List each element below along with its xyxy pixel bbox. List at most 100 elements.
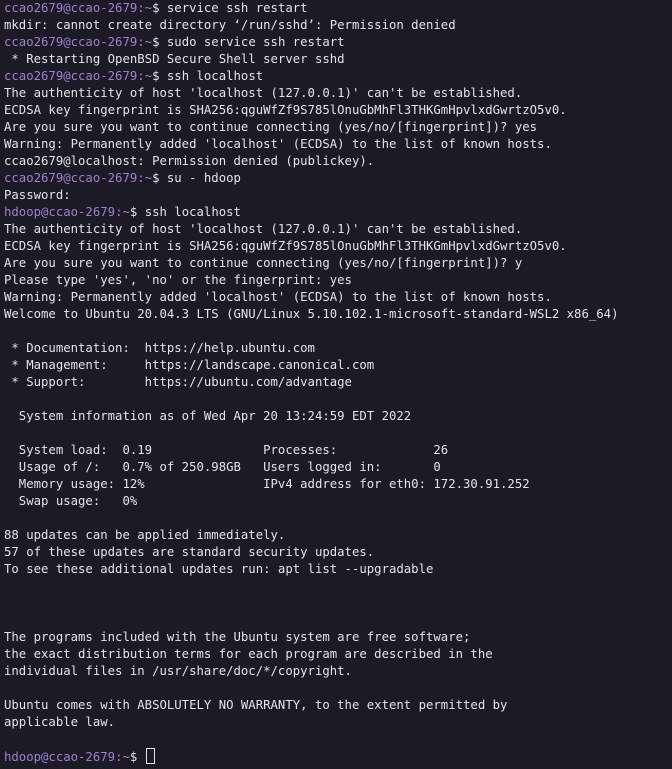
output-line: System information as of Wed Apr 20 13:2… <box>4 408 672 425</box>
output-text: mkdir: cannot create directory ‘/run/ssh… <box>4 18 456 32</box>
output-text: 88 updates can be applied immediately. <box>4 528 286 542</box>
prompt-path: :~ <box>137 35 153 49</box>
prompt-path: :~ <box>137 69 153 83</box>
output-line: * Support: https://ubuntu.com/advantage <box>4 374 672 391</box>
command-text: ssh localhost <box>144 205 241 219</box>
output-text: the exact distribution terms for each pr… <box>4 647 493 661</box>
prompt-line: hdoop@ccao-2679:~$ ssh localhost <box>4 204 672 221</box>
prompt-line: ccao2679@ccao-2679:~$ sudo service ssh r… <box>4 34 672 51</box>
output-text: ECDSA key fingerprint is SHA256:qguWfZf9… <box>4 239 567 253</box>
output-text: * Support: https://ubuntu.com/advantage <box>4 375 352 389</box>
output-text: 57 of these updates are standard securit… <box>4 545 375 559</box>
output-line: mkdir: cannot create directory ‘/run/ssh… <box>4 17 672 34</box>
prompt-symbol: $ <box>152 35 167 49</box>
output-text: ccao2679@localhost: Permission denied (p… <box>4 154 375 168</box>
cursor-icon <box>145 748 155 764</box>
output-text: individual files in /usr/share/doc/*/cop… <box>4 664 352 678</box>
output-text: Memory usage: 12% IPv4 address for eth0:… <box>4 477 530 491</box>
output-text: To see these additional updates run: apt… <box>4 562 434 576</box>
output-text: applicable law. <box>4 715 116 729</box>
command-text: service ssh restart <box>166 1 308 15</box>
output-line: 57 of these updates are standard securit… <box>4 544 672 561</box>
prompt-path: :~ <box>137 1 153 15</box>
terminal-window[interactable]: ccao2679@ccao-2679:~$ service ssh restar… <box>0 0 672 769</box>
output-line: * Restarting OpenBSD Secure Shell server… <box>4 51 672 68</box>
output-text: Password: <box>4 188 71 202</box>
prompt-symbol: $ <box>152 171 167 185</box>
output-text: * Management: https://landscape.canonica… <box>4 358 375 372</box>
prompt-symbol: $ <box>129 750 145 764</box>
output-line: Are you sure you want to continue connec… <box>4 255 672 272</box>
command-text: sudo service ssh restart <box>166 35 345 49</box>
output-text: The authenticity of host 'localhost (127… <box>4 86 523 100</box>
output-line: Memory usage: 12% IPv4 address for eth0:… <box>4 476 672 493</box>
prompt-symbol: $ <box>152 1 167 15</box>
prompt-user-host: ccao2679@ccao-2679 <box>4 171 138 185</box>
output-line: ECDSA key fingerprint is SHA256:qguWfZf9… <box>4 102 672 119</box>
prompt-line: ccao2679@ccao-2679:~$ service ssh restar… <box>4 0 672 17</box>
output-line: Warning: Permanently added 'localhost' (… <box>4 136 672 153</box>
prompt-symbol: $ <box>129 205 145 219</box>
output-line: Usage of /: 0.7% of 250.98GB Users logge… <box>4 459 672 476</box>
output-line: Warning: Permanently added 'localhost' (… <box>4 289 672 306</box>
command-text: su - hdoop <box>166 171 241 185</box>
prompt-user-host: hdoop@ccao-2679 <box>4 750 116 764</box>
output-text: Are you sure you want to continue connec… <box>4 120 538 134</box>
output-line: System load: 0.19 Processes: 26 <box>4 442 672 459</box>
output-line: * Management: https://landscape.canonica… <box>4 357 672 374</box>
output-text: The programs included with the Ubuntu sy… <box>4 630 471 644</box>
output-line: individual files in /usr/share/doc/*/cop… <box>4 663 672 680</box>
output-text: Are you sure you want to continue connec… <box>4 256 523 270</box>
output-line: Are you sure you want to continue connec… <box>4 119 672 136</box>
prompt-user-host: ccao2679@ccao-2679 <box>4 35 138 49</box>
output-text: The authenticity of host 'localhost (127… <box>4 222 523 236</box>
output-line: ccao2679@localhost: Permission denied (p… <box>4 153 672 170</box>
prompt-path: :~ <box>115 750 130 764</box>
output-text: Please type 'yes', 'no' or the fingerpri… <box>4 273 352 287</box>
prompt-user-host: ccao2679@ccao-2679 <box>4 1 138 15</box>
output-text: ECDSA key fingerprint is SHA256:qguWfZf9… <box>4 103 567 117</box>
output-line: The authenticity of host 'localhost (127… <box>4 85 672 102</box>
output-line: ECDSA key fingerprint is SHA256:qguWfZf9… <box>4 238 672 255</box>
output-line: The programs included with the Ubuntu sy… <box>4 629 672 646</box>
active-prompt-line: hdoop@ccao-2679:~$ <box>4 748 672 765</box>
prompt-path: :~ <box>115 205 130 219</box>
output-text: Warning: Permanently added 'localhost' (… <box>4 137 552 151</box>
output-text: Warning: Permanently added 'localhost' (… <box>4 290 552 304</box>
prompt-path: :~ <box>137 171 153 185</box>
prompt-line: ccao2679@ccao-2679:~$ su - hdoop <box>4 170 672 187</box>
output-text: Swap usage: 0% <box>4 494 138 508</box>
output-line: 88 updates can be applied immediately. <box>4 527 672 544</box>
output-line: Ubuntu comes with ABSOLUTELY NO WARRANTY… <box>4 697 672 714</box>
output-text: * Documentation: https://help.ubuntu.com <box>4 341 315 355</box>
command-text: ssh localhost <box>166 69 264 83</box>
output-line: To see these additional updates run: apt… <box>4 561 672 578</box>
output-line: * Documentation: https://help.ubuntu.com <box>4 340 672 357</box>
prompt-user-host: ccao2679@ccao-2679 <box>4 69 138 83</box>
output-line: applicable law. <box>4 714 672 731</box>
output-text: Ubuntu comes with ABSOLUTELY NO WARRANTY… <box>4 698 508 712</box>
prompt-user-host: hdoop@ccao-2679 <box>4 205 116 219</box>
output-line: the exact distribution terms for each pr… <box>4 646 672 663</box>
output-text: System information as of Wed Apr 20 13:2… <box>4 409 412 423</box>
output-line: The authenticity of host 'localhost (127… <box>4 221 672 238</box>
output-text: Usage of /: 0.7% of 250.98GB Users logge… <box>4 460 441 474</box>
output-text: * Restarting OpenBSD Secure Shell server… <box>4 52 345 66</box>
output-line: Password: <box>4 187 672 204</box>
output-text: System load: 0.19 Processes: 26 <box>4 443 449 457</box>
output-line: Swap usage: 0% <box>4 493 672 510</box>
prompt-symbol: $ <box>152 69 167 83</box>
output-line: Please type 'yes', 'no' or the fingerpri… <box>4 272 672 289</box>
prompt-line: ccao2679@ccao-2679:~$ ssh localhost <box>4 68 672 85</box>
output-text: Welcome to Ubuntu 20.04.3 LTS (GNU/Linux… <box>4 307 619 321</box>
output-line: Welcome to Ubuntu 20.04.3 LTS (GNU/Linux… <box>4 306 672 323</box>
